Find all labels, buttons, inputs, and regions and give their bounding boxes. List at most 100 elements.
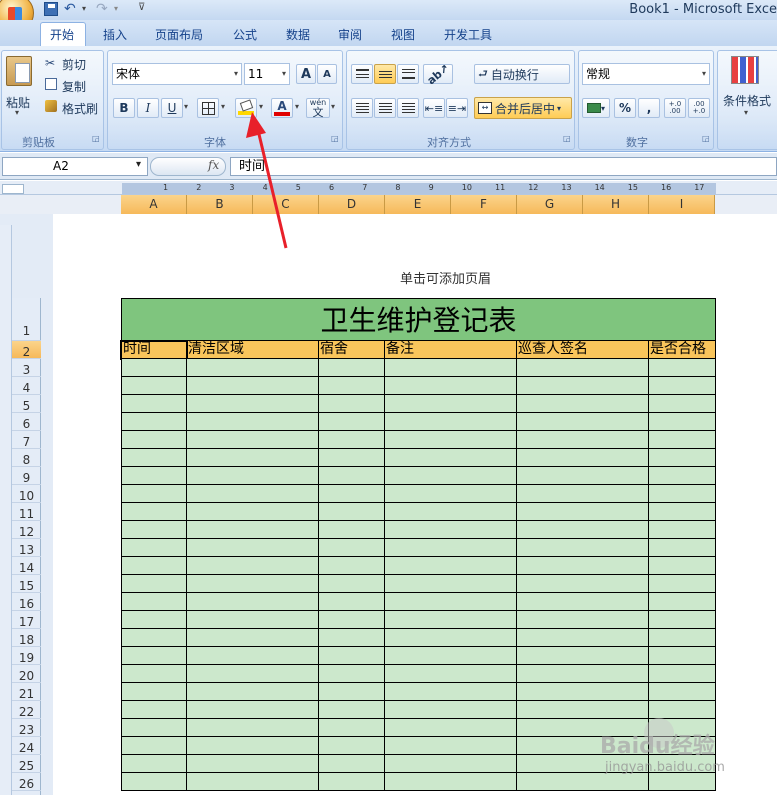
grid-cell[interactable] <box>385 737 517 755</box>
paste-dropdown-icon[interactable]: ▾ <box>15 108 19 117</box>
grid-cell[interactable] <box>649 431 716 449</box>
grid-cell[interactable] <box>187 539 319 557</box>
sheet-title-cell[interactable]: 卫生维护登记表 <box>121 298 716 341</box>
name-box-dropdown-icon[interactable]: ▾ <box>136 159 141 170</box>
merge-center-button[interactable]: ↔ 合并后居中 ▾ <box>474 97 572 119</box>
grid-cell[interactable] <box>187 413 319 431</box>
undo-icon[interactable]: ↶ <box>64 2 78 16</box>
grid-cell[interactable] <box>187 629 319 647</box>
grid-cell[interactable] <box>319 395 385 413</box>
grid-cell[interactable] <box>319 359 385 377</box>
copy-icon[interactable] <box>45 78 57 90</box>
grid-cell[interactable] <box>517 647 649 665</box>
grid-cell[interactable] <box>121 593 187 611</box>
grid-cell[interactable] <box>187 521 319 539</box>
grid-cell[interactable] <box>319 539 385 557</box>
tab-review[interactable]: 审阅 <box>338 26 362 43</box>
grid-cell[interactable] <box>517 395 649 413</box>
grid-cell[interactable] <box>187 359 319 377</box>
header-cell[interactable]: 备注 <box>385 341 517 359</box>
grid-cell[interactable] <box>517 431 649 449</box>
grid-cell[interactable] <box>649 665 716 683</box>
grid-cell[interactable] <box>385 719 517 737</box>
grid-cell[interactable] <box>649 629 716 647</box>
grid-cell[interactable] <box>121 557 187 575</box>
grid-cell[interactable] <box>517 413 649 431</box>
phonetic-dropdown-icon[interactable]: ▾ <box>331 102 335 111</box>
grid-cell[interactable] <box>187 485 319 503</box>
borders-button[interactable] <box>197 98 219 118</box>
grid-cell[interactable] <box>517 377 649 395</box>
grid-cell[interactable] <box>649 557 716 575</box>
grid-cell[interactable] <box>649 575 716 593</box>
grid-cell[interactable] <box>121 737 187 755</box>
format-painter-icon[interactable] <box>45 100 57 112</box>
row-header-5[interactable]: 5 <box>12 395 41 413</box>
phonetic-button[interactable]: wén 文 <box>306 98 330 118</box>
grid-cell[interactable] <box>385 647 517 665</box>
grid-cell[interactable] <box>121 521 187 539</box>
wrap-text-button[interactable]: ⮐ 自动换行 <box>474 64 570 84</box>
grid-cell[interactable] <box>187 503 319 521</box>
row-header-12[interactable]: 12 <box>12 521 41 539</box>
row-header-20[interactable]: 20 <box>12 665 41 683</box>
grid-cell[interactable] <box>649 773 716 791</box>
grid-cell[interactable] <box>385 593 517 611</box>
font-name-select[interactable]: 宋体 ▾ <box>112 63 242 85</box>
tab-view[interactable]: 视图 <box>391 26 415 43</box>
grid-cell[interactable] <box>649 647 716 665</box>
save-icon[interactable] <box>44 2 58 16</box>
alignment-launcher-icon[interactable]: ◲ <box>563 134 571 143</box>
grid-cell[interactable] <box>385 683 517 701</box>
grid-cell[interactable] <box>319 377 385 395</box>
format-painter-button[interactable]: 格式刷 <box>62 100 98 117</box>
grow-font-button[interactable]: A <box>296 64 316 84</box>
decrease-decimal-button[interactable]: .00 +.0 <box>688 98 710 118</box>
row-header-18[interactable]: 18 <box>12 629 41 647</box>
comma-button[interactable]: , <box>638 98 660 118</box>
grid-cell[interactable] <box>121 575 187 593</box>
column-header-H[interactable]: H <box>583 195 649 214</box>
grid-cell[interactable] <box>385 575 517 593</box>
grid-cell[interactable] <box>319 521 385 539</box>
grid-cell[interactable] <box>121 449 187 467</box>
grid-cell[interactable] <box>649 683 716 701</box>
row-header-26[interactable]: 26 <box>12 773 41 791</box>
fx-button[interactable]: fx <box>208 158 219 172</box>
page-header-hint[interactable]: 单击可添加页眉 <box>400 268 491 287</box>
align-right-button[interactable] <box>397 98 419 118</box>
grid-cell[interactable] <box>517 359 649 377</box>
header-cell[interactable]: 清洁区域 <box>187 341 319 359</box>
grid-cell[interactable] <box>187 773 319 791</box>
grid-cell[interactable] <box>517 701 649 719</box>
grid-cell[interactable] <box>649 467 716 485</box>
grid-cell[interactable] <box>187 755 319 773</box>
grid-cell[interactable] <box>385 665 517 683</box>
customize-qat-icon[interactable]: ⊽ <box>138 2 145 13</box>
row-header-21[interactable]: 21 <box>12 683 41 701</box>
grid-cell[interactable] <box>385 485 517 503</box>
column-header-F[interactable]: F <box>451 195 517 214</box>
align-center-button[interactable] <box>374 98 396 118</box>
grid-cell[interactable] <box>517 773 649 791</box>
grid-cell[interactable] <box>319 575 385 593</box>
cut-button[interactable]: 剪切 <box>62 56 86 73</box>
grid-cell[interactable] <box>319 719 385 737</box>
tab-developer[interactable]: 开发工具 <box>444 26 492 43</box>
accounting-format-button[interactable]: ▾ <box>582 98 610 118</box>
grid-cell[interactable] <box>187 449 319 467</box>
grid-cell[interactable] <box>385 773 517 791</box>
grid-cell[interactable] <box>121 359 187 377</box>
grid-cell[interactable] <box>187 737 319 755</box>
grid-cell[interactable] <box>121 431 187 449</box>
grid-cell[interactable] <box>121 683 187 701</box>
italic-button[interactable]: I <box>137 98 159 118</box>
grid-cell[interactable] <box>187 665 319 683</box>
row-header-9[interactable]: 9 <box>12 467 41 485</box>
row-header-8[interactable]: 8 <box>12 449 41 467</box>
grid-cell[interactable] <box>121 395 187 413</box>
grid-cell[interactable] <box>121 413 187 431</box>
grid-cell[interactable] <box>517 449 649 467</box>
grid-cell[interactable] <box>517 611 649 629</box>
grid-cell[interactable] <box>319 773 385 791</box>
